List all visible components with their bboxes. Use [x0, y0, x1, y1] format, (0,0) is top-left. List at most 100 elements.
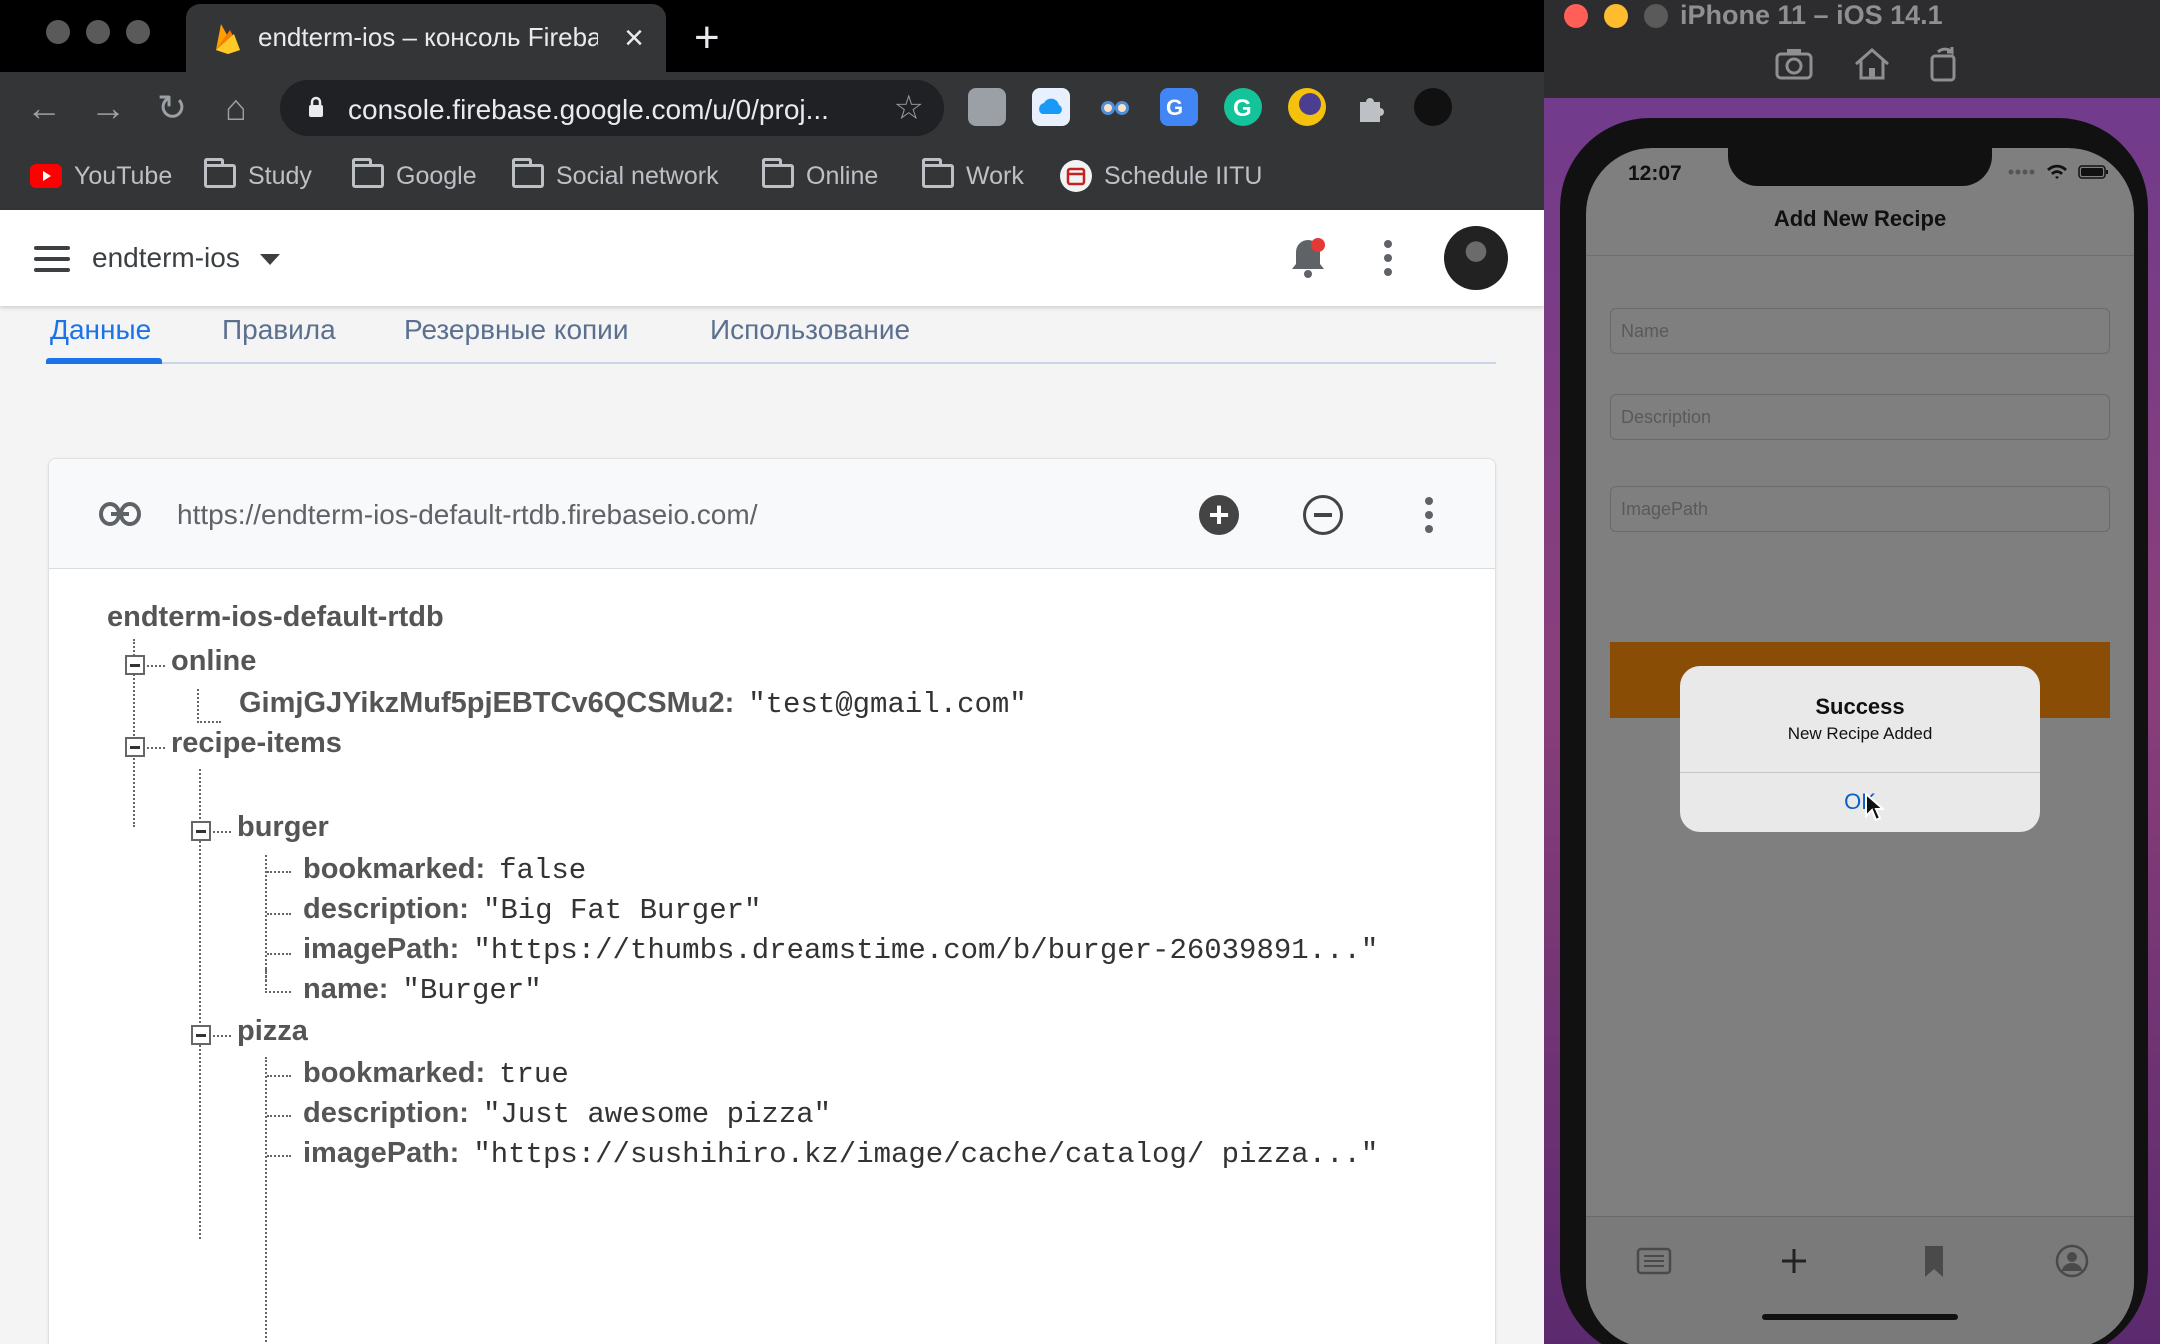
extension-icon[interactable] [968, 88, 1006, 126]
bookmark-star-icon[interactable]: ☆ [894, 88, 924, 128]
signal-icon [2008, 169, 2035, 175]
tree-leaf-description[interactable]: description: "Just awesome pizza" [303, 1097, 831, 1131]
window-minimize-dot[interactable] [1604, 4, 1628, 28]
bookmark-online[interactable]: Online [762, 158, 878, 194]
add-tab-icon[interactable] [1774, 1241, 1814, 1281]
collapse-toggle-icon[interactable] [191, 1025, 211, 1045]
more-options-icon[interactable] [1384, 240, 1392, 282]
bookmark-google[interactable]: Google [352, 158, 477, 194]
window-close-dot[interactable] [46, 20, 70, 44]
name-field[interactable]: Name [1610, 308, 2110, 354]
window-minimize-dot[interactable] [86, 20, 110, 44]
add-node-icon[interactable]: + [1199, 495, 1239, 535]
battery-icon [2078, 165, 2108, 179]
tree-leaf-user[interactable]: GimjGJYikzMuf5pjEBTCv6QCSMu2: "test@gmai… [239, 687, 1027, 721]
home-button-icon[interactable] [1852, 44, 1892, 84]
tree-node-pizza[interactable]: pizza [237, 1015, 308, 1048]
extensions-puzzle-icon[interactable] [1352, 88, 1390, 126]
tree-connector [267, 1115, 291, 1117]
tree-root[interactable]: endterm-ios-default-rtdb [107, 601, 444, 634]
tree-leaf-imagepath[interactable]: imagePath: "https://thumbs.dreamstime.co… [303, 933, 1378, 967]
glasses-extension-icon[interactable] [1096, 88, 1134, 126]
tree-connector [209, 831, 231, 833]
navigation-bar: Add New Recipe [1586, 184, 2134, 256]
database-url[interactable]: https://endterm-ios-default-rtdb.firebas… [177, 499, 757, 531]
tree-leaf-name[interactable]: name: "Burger" [303, 973, 542, 1007]
new-tab-icon[interactable]: + [694, 10, 720, 66]
reload-icon[interactable]: ↻ [150, 86, 194, 130]
collapse-toggle-icon[interactable] [125, 737, 145, 757]
tab-data[interactable]: Данные [50, 314, 151, 346]
node-key: online [171, 645, 257, 677]
alert-ok-button[interactable]: OK [1680, 782, 2040, 832]
tree-leaf-description[interactable]: description: "Big Fat Burger" [303, 893, 761, 927]
window-zoom-dot[interactable] [1644, 4, 1668, 28]
home-indicator [1762, 1314, 1958, 1320]
profile-tab-icon[interactable] [2052, 1241, 2092, 1281]
node-value: "test@gmail.com" [748, 688, 1027, 721]
node-key: burger [237, 811, 329, 843]
collapse-toggle-icon[interactable] [125, 655, 145, 675]
svg-text:G: G [1233, 95, 1252, 122]
icloud-extension-icon[interactable] [1032, 88, 1070, 126]
bookmark-youtube[interactable]: YouTube [30, 158, 172, 194]
bookmark-social-network[interactable]: Social network [512, 158, 719, 194]
database-menu-icon[interactable] [1425, 497, 1433, 539]
collapse-toggle-icon[interactable] [191, 821, 211, 841]
list-tab-icon[interactable] [1634, 1241, 1674, 1281]
database-tree: endterm-ios-default-rtdb online GimjGJYi… [49, 569, 1495, 1344]
tab-close-icon[interactable]: × [624, 18, 644, 58]
bookmark-tab-icon[interactable] [1914, 1241, 1954, 1281]
window-close-dot[interactable] [1564, 4, 1588, 28]
alert-divider [1680, 772, 2040, 773]
node-key: description: [303, 893, 469, 925]
tab-rules[interactable]: Правила [222, 314, 336, 346]
hamburger-menu-icon[interactable] [34, 246, 70, 272]
node-value: "https://thumbs.dreamstime.com/b/burger-… [473, 934, 1379, 967]
database-card-header: https://endterm-ios-default-rtdb.firebas… [49, 459, 1495, 569]
node-value: "Big Fat Burger" [482, 894, 762, 927]
node-key: recipe-items [171, 727, 342, 759]
firebase-header: endterm-ios [0, 210, 1544, 306]
forward-icon[interactable]: → [86, 86, 130, 130]
profile-avatar[interactable] [1414, 88, 1452, 126]
user-avatar[interactable] [1444, 226, 1508, 290]
tree-leaf-imagepath[interactable]: imagePath: "https://sushihiro.kz/image/c… [303, 1137, 1378, 1171]
description-field[interactable]: Description [1610, 394, 2110, 440]
notification-bell-icon[interactable] [1288, 236, 1328, 280]
database-card: https://endterm-ios-default-rtdb.firebas… [48, 458, 1496, 1344]
tree-leaf-bookmarked[interactable]: bookmarked: false [303, 853, 586, 887]
tab-usage[interactable]: Использование [710, 314, 910, 346]
project-selector[interactable]: endterm-ios [92, 242, 240, 274]
home-icon[interactable]: ⌂ [214, 86, 258, 130]
rotate-icon[interactable] [1924, 44, 1964, 84]
window-zoom-dot[interactable] [126, 20, 150, 44]
translate-extension-icon[interactable]: G [1160, 88, 1198, 126]
node-key: imagePath: [303, 933, 460, 965]
tree-connector [197, 689, 221, 723]
tree-node-recipe-items[interactable]: recipe-items [171, 727, 342, 760]
moon-extension-icon[interactable] [1288, 88, 1326, 126]
caret-down-icon[interactable] [260, 254, 280, 265]
collapse-all-icon[interactable] [1303, 495, 1343, 535]
browser-tab[interactable]: endterm-ios – консоль Firebase × [186, 4, 666, 72]
bookmark-work[interactable]: Work [922, 158, 1024, 194]
link-icon [99, 502, 141, 526]
tab-backups[interactable]: Резервные копии [404, 314, 628, 346]
address-bar[interactable]: console.firebase.google.com/u/0/proj... … [280, 80, 944, 136]
grammarly-extension-icon[interactable]: G [1224, 88, 1262, 126]
bookmark-study[interactable]: Study [204, 158, 312, 194]
bookmark-label: Online [806, 161, 879, 190]
status-icons [2008, 164, 2110, 180]
screenshot-icon[interactable] [1774, 44, 1814, 84]
back-icon[interactable]: ← [22, 86, 66, 130]
tree-node-online[interactable]: online [171, 645, 256, 678]
bookmark-schedule-iitu[interactable]: Schedule IITU [1060, 158, 1262, 194]
node-key: imagePath: [303, 1137, 460, 1169]
imagepath-field[interactable]: ImagePath [1610, 486, 2110, 532]
lock-icon [309, 96, 323, 117]
tree-node-burger[interactable]: burger [237, 811, 329, 844]
node-key: bookmarked: [303, 853, 486, 885]
tree-connector [267, 913, 291, 915]
tree-leaf-bookmarked[interactable]: bookmarked: true [303, 1057, 569, 1091]
